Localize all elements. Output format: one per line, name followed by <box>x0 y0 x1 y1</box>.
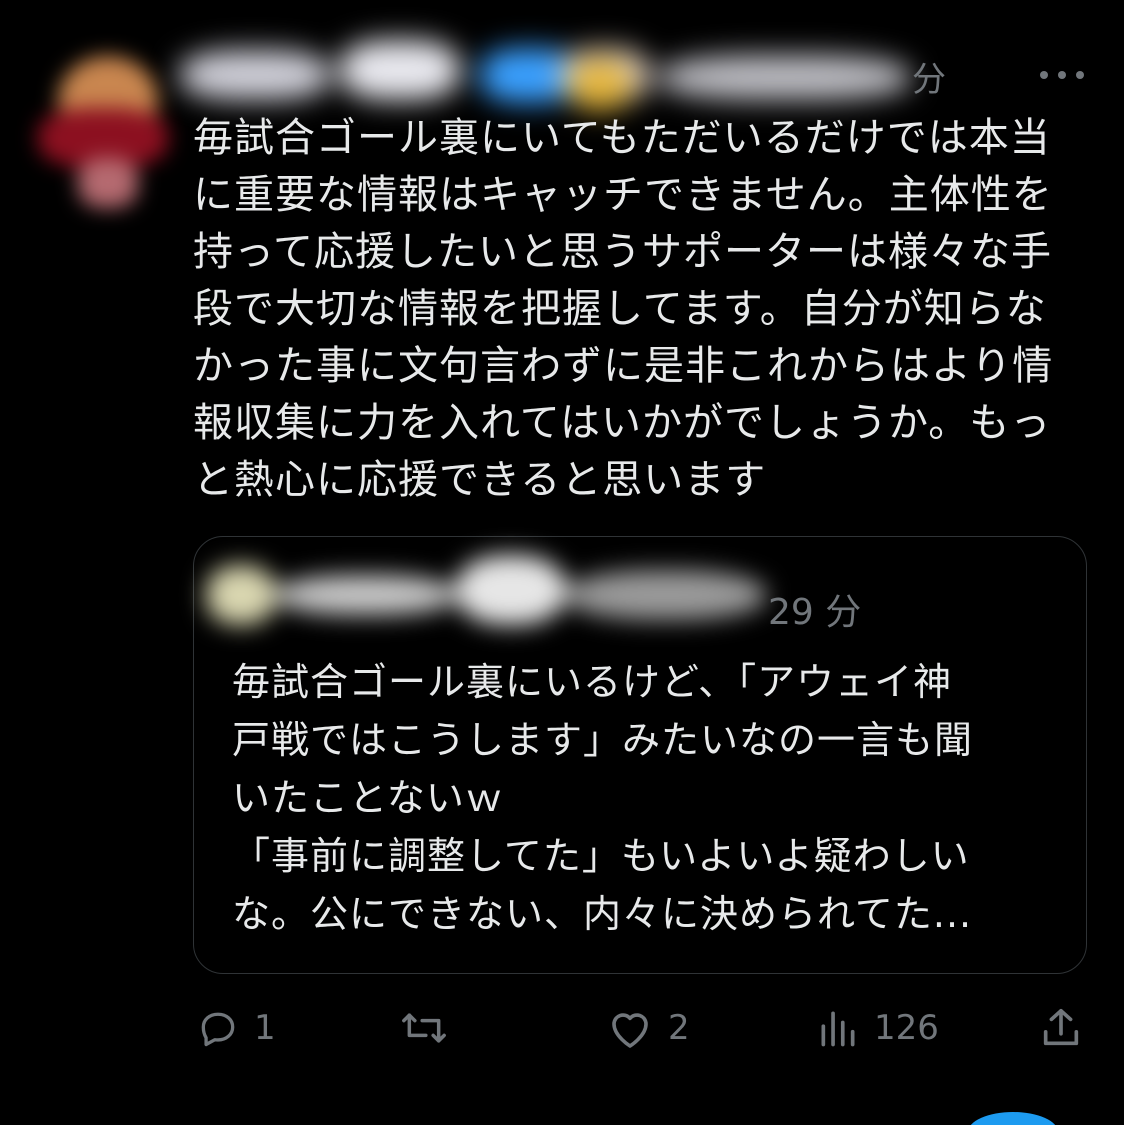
author-name-redacted <box>180 30 920 120</box>
quoted-tweet-text: 毎試合ゴール裏にいるけど、「アウェイ神 戸戦ではこうします」みたいなの一言も聞 … <box>232 660 974 936</box>
share-button[interactable] <box>1038 1000 1084 1056</box>
views-count: 126 <box>874 1008 939 1048</box>
tweet-timestamp[interactable]: 分 <box>912 52 946 101</box>
reply-icon <box>201 1012 235 1047</box>
retweet-icon <box>402 1013 446 1043</box>
views-button[interactable]: 126 <box>816 1000 939 1056</box>
retweet-button[interactable] <box>398 1000 464 1056</box>
reply-count: 1 <box>254 1008 276 1048</box>
quoted-tweet-card[interactable]: 29 分 毎試合ゴール裏にいるけど、「アウェイ神 戸戦ではこうします」みたいなの… <box>193 536 1087 974</box>
quoted-tweet-timestamp: 29 分 <box>768 592 862 633</box>
avatar[interactable] <box>38 48 178 218</box>
tweet-text: 毎試合ゴール裏にいてもただいるだけでは本当 に重要な情報はキャッチできません。主… <box>193 115 1054 503</box>
share-icon <box>1043 1008 1079 1046</box>
floating-compose-button[interactable] <box>968 1112 1058 1125</box>
heart-icon <box>612 1013 648 1048</box>
quoted-author-name-redacted <box>206 555 776 635</box>
like-count: 2 <box>668 1008 690 1048</box>
tweet-detail: 分 毎試合ゴール裏にいてもただいるだけでは本当 に重要な情報はキャッチできません… <box>0 0 1124 1125</box>
tweet-action-bar: 1 2 126 <box>0 1000 1124 1060</box>
like-button[interactable]: 2 <box>606 1000 690 1056</box>
more-icon[interactable] <box>1040 70 1084 80</box>
views-icon <box>821 1011 855 1047</box>
reply-button[interactable]: 1 <box>196 1000 276 1056</box>
